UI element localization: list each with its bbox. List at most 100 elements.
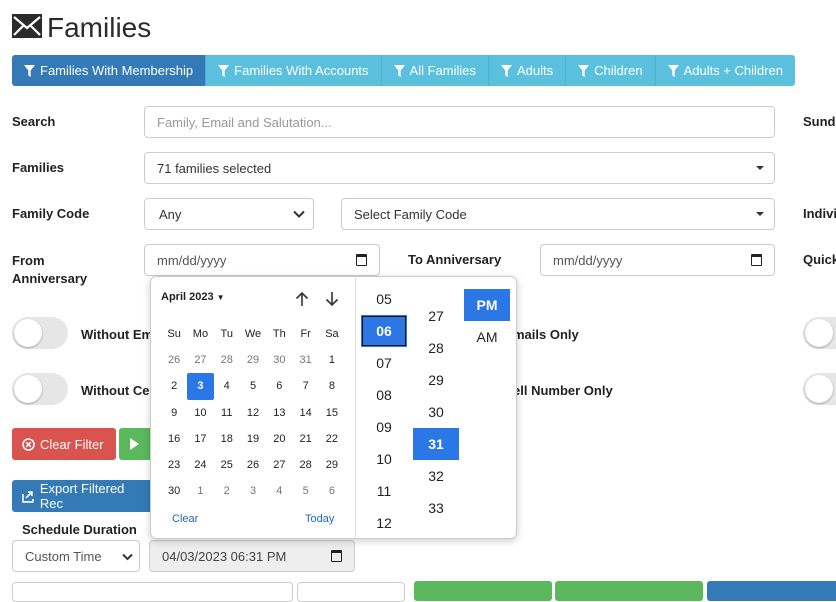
hour-option[interactable]: 05: [361, 283, 407, 315]
minute-option[interactable]: 30: [413, 396, 459, 428]
minute-column[interactable]: 27 28 29 30 31 32 33: [410, 277, 462, 540]
arrow-down-icon[interactable]: [325, 291, 339, 307]
minute-option[interactable]: 32: [413, 460, 459, 492]
arrow-up-icon[interactable]: [295, 291, 309, 307]
calendar-icon[interactable]: [751, 254, 762, 266]
tab-adults-children[interactable]: Adults + Children: [655, 55, 795, 86]
search-input[interactable]: Family, Email and Salutation...: [144, 106, 775, 138]
calendar-day[interactable]: 4: [214, 373, 240, 399]
calendar-day[interactable]: 20: [266, 426, 292, 452]
calendar-day[interactable]: 30: [161, 478, 187, 504]
calendar-day[interactable]: 8: [319, 373, 345, 399]
month-year-selector[interactable]: April 2023 ▼: [161, 291, 225, 303]
dow-label: Mo: [192, 328, 209, 341]
clear-filter-button[interactable]: Clear Filter: [12, 428, 116, 460]
calendar-day[interactable]: 1: [187, 478, 213, 504]
calendar-day[interactable]: 6: [319, 478, 345, 504]
calendar-day[interactable]: 10: [187, 400, 213, 426]
calendar-day[interactable]: 27: [266, 452, 292, 478]
calendar-day[interactable]: 24: [187, 452, 213, 478]
calendar-day[interactable]: 5: [240, 373, 266, 399]
today-link[interactable]: Today: [305, 513, 334, 525]
minute-option[interactable]: 27: [413, 300, 459, 332]
calendar-day[interactable]: 4: [266, 478, 292, 504]
calendar-day[interactable]: 26: [161, 347, 187, 373]
calendar-day[interactable]: 29: [319, 452, 345, 478]
bottom-button-2[interactable]: [555, 581, 703, 601]
calendar-day[interactable]: 31: [292, 347, 318, 373]
calendar-day[interactable]: 12: [240, 400, 266, 426]
calendar-icon[interactable]: [356, 254, 367, 266]
calendar-day[interactable]: 1: [319, 347, 345, 373]
calendar-day[interactable]: 9: [161, 400, 187, 426]
tab-families-with-accounts[interactable]: Families With Accounts: [206, 55, 382, 86]
calendar-day[interactable]: 7: [292, 373, 318, 399]
tab-children[interactable]: Children: [566, 55, 656, 86]
schedule-datetime-input[interactable]: 04/03/2023 06:31 PM: [149, 540, 355, 572]
without-email-toggle[interactable]: [12, 317, 68, 349]
calendar-day[interactable]: 14: [292, 400, 318, 426]
calendar-day[interactable]: 29: [240, 347, 266, 373]
calendar-day[interactable]: 13: [266, 400, 292, 426]
hour-option[interactable]: 08: [361, 379, 407, 411]
calendar-day[interactable]: 15: [319, 400, 345, 426]
hour-option[interactable]: 09: [361, 411, 407, 443]
ampm-option[interactable]: PM: [464, 289, 510, 321]
tab-families-with-membership[interactable]: Families With Membership: [12, 55, 207, 86]
calendar-day[interactable]: 19: [240, 426, 266, 452]
without-cell-toggle[interactable]: [12, 373, 68, 405]
calendar-day[interactable]: 28: [214, 347, 240, 373]
calendar-day[interactable]: 6: [266, 373, 292, 399]
clear-link[interactable]: Clear: [172, 513, 198, 525]
schedule-duration-select[interactable]: Custom Time: [12, 540, 140, 572]
ampm-column[interactable]: PM AM: [462, 277, 517, 540]
minute-option[interactable]: 28: [413, 332, 459, 364]
calendar-day[interactable]: 3: [187, 373, 214, 400]
hour-option[interactable]: 07: [361, 347, 407, 379]
minute-option[interactable]: 29: [413, 364, 459, 396]
family-code-any-select[interactable]: Any: [144, 198, 314, 230]
minute-option[interactable]: 33: [413, 492, 459, 524]
right-toggle-2[interactable]: [803, 373, 836, 405]
chevron-down-icon: [122, 553, 133, 561]
tab-all-families[interactable]: All Families: [381, 55, 489, 86]
calendar-day[interactable]: 27: [187, 347, 213, 373]
calendar-day[interactable]: 23: [161, 452, 187, 478]
family-code-select[interactable]: Select Family Code: [341, 198, 775, 230]
calendar-day[interactable]: 16: [161, 426, 187, 452]
bottom-button-1[interactable]: [414, 581, 552, 601]
calendar-day[interactable]: 2: [214, 478, 240, 504]
calendar-day[interactable]: 17: [187, 426, 213, 452]
calendar-day[interactable]: 22: [319, 426, 345, 452]
hour-option[interactable]: 11: [361, 475, 407, 507]
calendar-day[interactable]: 3: [240, 478, 266, 504]
calendar-day[interactable]: 26: [240, 452, 266, 478]
calendar-day[interactable]: 28: [292, 452, 318, 478]
hour-column[interactable]: 05 06 07 08 09 10 11 12: [358, 277, 410, 540]
tab-adults[interactable]: Adults: [489, 55, 567, 86]
bottom-input-1[interactable]: [12, 582, 293, 602]
calendar-icon[interactable]: [331, 550, 342, 562]
export-icon: [22, 490, 34, 503]
to-anniversary-input[interactable]: mm/dd/yyyy: [540, 244, 775, 276]
from-anniversary-input[interactable]: mm/dd/yyyy: [144, 244, 380, 276]
calendar-day[interactable]: 21: [292, 426, 318, 452]
calendar-day[interactable]: 18: [214, 426, 240, 452]
calendar-day[interactable]: 11: [214, 400, 240, 426]
hour-option[interactable]: 06: [361, 315, 407, 347]
families-select[interactable]: 71 families selected: [144, 152, 775, 184]
minute-option[interactable]: 31: [413, 428, 459, 460]
without-email-label: Without Em: [81, 327, 154, 342]
export-filtered-button[interactable]: Export Filtered Rec: [12, 480, 160, 512]
chevron-down-icon: [293, 210, 305, 218]
right-toggle-1[interactable]: [803, 317, 836, 349]
calendar-day[interactable]: 25: [214, 452, 240, 478]
bottom-input-2[interactable]: [297, 582, 405, 602]
calendar-day[interactable]: 30: [266, 347, 292, 373]
hour-option[interactable]: 10: [361, 443, 407, 475]
calendar-day[interactable]: 2: [161, 373, 187, 399]
bottom-button-3[interactable]: [707, 581, 836, 601]
calendar-day[interactable]: 5: [292, 478, 318, 504]
ampm-option[interactable]: AM: [464, 321, 510, 353]
hour-option[interactable]: 12: [361, 507, 407, 539]
